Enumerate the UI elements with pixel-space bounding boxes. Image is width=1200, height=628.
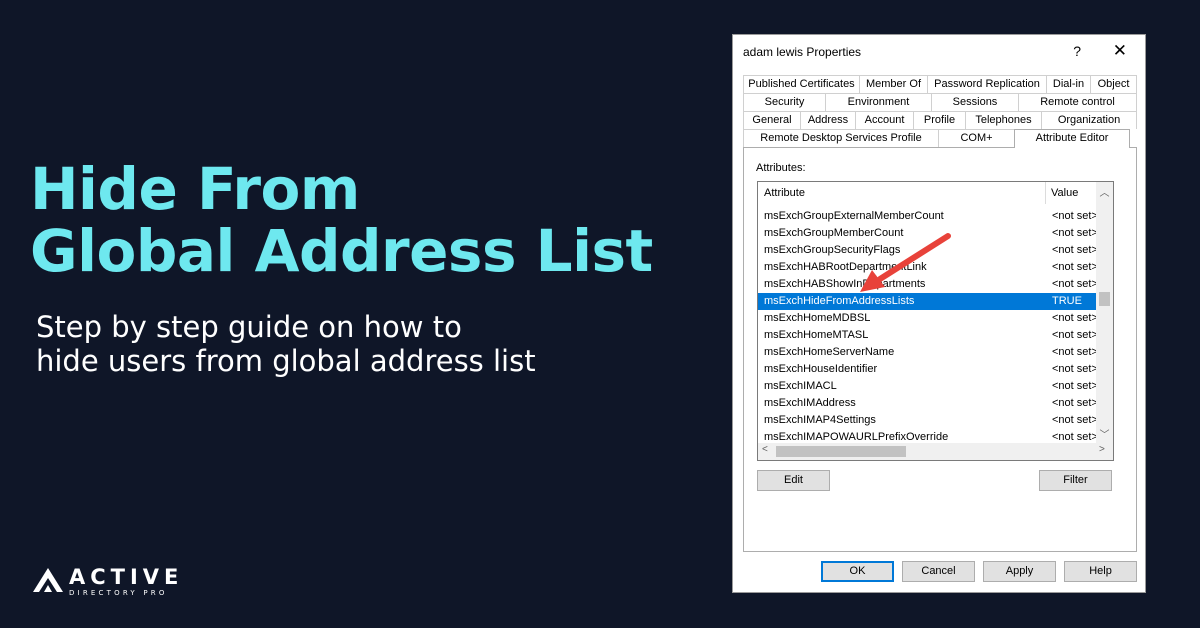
ok-button[interactable]: OK bbox=[821, 561, 894, 582]
table-row[interactable]: msExchHouseIdentifier <not set> bbox=[758, 361, 1096, 378]
tab-profile[interactable]: Profile bbox=[913, 111, 966, 129]
attribute-value-cell: <not set> bbox=[1052, 397, 1096, 409]
tab-com-plus[interactable]: COM+ bbox=[938, 129, 1015, 147]
attribute-name-cell: msExchHomeMDBSL bbox=[764, 312, 871, 324]
attribute-value-cell: <not set> bbox=[1052, 210, 1096, 222]
scroll-down-icon[interactable]: ﹀ bbox=[1096, 426, 1113, 441]
attribute-value-cell: <not set> bbox=[1052, 227, 1096, 239]
tab-attribute-editor[interactable]: Attribute Editor bbox=[1014, 129, 1130, 148]
help-button[interactable]: Help bbox=[1064, 561, 1137, 582]
attribute-name-cell: msExchHABShowInDepartments bbox=[764, 278, 926, 290]
tab-security[interactable]: Security bbox=[743, 93, 826, 111]
tab-organization[interactable]: Organization bbox=[1041, 111, 1137, 129]
tab-address[interactable]: Address bbox=[800, 111, 856, 129]
tab-telephones[interactable]: Telephones bbox=[965, 111, 1042, 129]
attribute-name-cell: msExchGroupExternalMemberCount bbox=[764, 210, 944, 222]
tab-remote-control[interactable]: Remote control bbox=[1018, 93, 1137, 111]
attribute-value-cell: <not set> bbox=[1052, 329, 1096, 341]
tab-strip: Published Certificates Member Of Passwor… bbox=[743, 75, 1137, 148]
logo-icon bbox=[33, 568, 63, 592]
attribute-name-cell: msExchIMAP4Settings bbox=[764, 414, 876, 426]
table-row[interactable]: msExchHABShowInDepartments <not set> bbox=[758, 276, 1096, 293]
tab-account[interactable]: Account bbox=[855, 111, 914, 129]
tab-dial-in[interactable]: Dial-in bbox=[1046, 75, 1091, 93]
scroll-thumb[interactable] bbox=[1099, 292, 1110, 306]
attribute-value-cell: <not set> bbox=[1052, 312, 1096, 324]
table-row[interactable]: msExchGroupSecurityFlags <not set> bbox=[758, 242, 1096, 259]
tab-row-4: Remote Desktop Services Profile COM+ Att… bbox=[743, 129, 1137, 148]
table-row[interactable]: msExchGroupMemberCount <not set> bbox=[758, 225, 1096, 242]
table-row[interactable]: msExchHomeServerName <not set> bbox=[758, 344, 1096, 361]
logo-subtitle: DIRECTORY PRO bbox=[69, 589, 168, 597]
attribute-name-cell: msExchHABRootDepartmentLink bbox=[764, 261, 927, 273]
close-icon[interactable]: ✕ bbox=[1113, 41, 1127, 61]
attribute-value-cell: <not set> bbox=[1052, 244, 1096, 256]
attribute-value-cell: <not set> bbox=[1052, 380, 1096, 392]
dialog-title: adam lewis Properties bbox=[743, 45, 862, 59]
attributes-list[interactable]: Attribute Value msExchGroupExternalMembe… bbox=[757, 181, 1114, 461]
attribute-name-cell: msExchHouseIdentifier bbox=[764, 363, 878, 375]
help-icon[interactable]: ? bbox=[1073, 43, 1081, 59]
tab-row-2: Security Environment Sessions Remote con… bbox=[743, 93, 1137, 111]
attribute-name-cell: msExchHomeMTASL bbox=[764, 329, 869, 341]
properties-dialog: adam lewis Properties ? ✕ Published Cert… bbox=[732, 34, 1146, 593]
table-row[interactable]: msExchGroupExternalMemberCount <not set> bbox=[758, 208, 1096, 225]
logo-word: ACTIVE bbox=[69, 565, 184, 589]
subheading-line-1: Step by step guide on how to bbox=[36, 310, 462, 344]
filter-button[interactable]: Filter bbox=[1039, 470, 1112, 491]
table-row[interactable]: msExchHideFromAddressLists TRUE bbox=[758, 293, 1096, 310]
horizontal-scrollbar[interactable]: < > bbox=[758, 443, 1113, 460]
scroll-left-icon[interactable]: < bbox=[762, 444, 768, 455]
attribute-value-cell: <not set> bbox=[1052, 261, 1096, 273]
scroll-right-icon[interactable]: > bbox=[1099, 444, 1105, 455]
headline-line-2: Global Address List bbox=[30, 217, 653, 285]
tab-member-of[interactable]: Member Of bbox=[859, 75, 928, 93]
brand-logo: ACTIVE DIRECTORY PRO bbox=[33, 566, 183, 597]
table-row[interactable]: msExchIMAP4Settings <not set> bbox=[758, 412, 1096, 429]
apply-button[interactable]: Apply bbox=[983, 561, 1056, 582]
tab-published-certificates[interactable]: Published Certificates bbox=[743, 75, 860, 93]
column-header-attribute[interactable]: Attribute bbox=[758, 182, 1046, 204]
edit-button[interactable]: Edit bbox=[757, 470, 830, 491]
headline: Hide From Global Address List bbox=[30, 158, 653, 282]
table-row[interactable]: msExchHABRootDepartmentLink <not set> bbox=[758, 259, 1096, 276]
subheading: Step by step guide on how to hide users … bbox=[36, 310, 536, 378]
attribute-name-cell: msExchHideFromAddressLists bbox=[764, 295, 915, 307]
attribute-editor-panel: Attributes: Attribute Value msExchGroupE… bbox=[743, 147, 1137, 552]
tab-remote-desktop-services-profile[interactable]: Remote Desktop Services Profile bbox=[743, 129, 939, 147]
attribute-name-cell: msExchIMACL bbox=[764, 380, 837, 392]
attribute-name-cell: msExchIMAddress bbox=[764, 397, 856, 409]
headline-line-1: Hide From bbox=[30, 155, 360, 223]
attribute-name-cell: msExchGroupSecurityFlags bbox=[764, 244, 901, 256]
subheading-line-2: hide users from global address list bbox=[36, 344, 536, 378]
attribute-value-cell: <not set> bbox=[1052, 346, 1096, 358]
list-rows: msExchGroupExternalMemberCount <not set> m… bbox=[758, 208, 1096, 446]
attribute-value-cell: <not set> bbox=[1052, 363, 1096, 375]
attribute-value-cell: <not set> bbox=[1052, 414, 1096, 426]
list-header: Attribute Value bbox=[758, 182, 1096, 204]
horizontal-scroll-thumb[interactable] bbox=[776, 446, 906, 457]
attribute-name-cell: msExchHomeServerName bbox=[764, 346, 895, 358]
tab-sessions[interactable]: Sessions bbox=[931, 93, 1019, 111]
tab-general[interactable]: General bbox=[743, 111, 801, 129]
vertical-scrollbar[interactable]: ︿ ﹀ bbox=[1096, 182, 1113, 444]
scroll-up-icon[interactable]: ︿ bbox=[1096, 184, 1113, 199]
column-header-value[interactable]: Value bbox=[1046, 182, 1096, 204]
tab-object[interactable]: Object bbox=[1090, 75, 1137, 93]
cancel-button[interactable]: Cancel bbox=[902, 561, 975, 582]
table-row[interactable]: msExchHomeMTASL <not set> bbox=[758, 327, 1096, 344]
dialog-titlebar: adam lewis Properties ? ✕ bbox=[733, 35, 1145, 69]
attribute-value-cell: <not set> bbox=[1052, 278, 1096, 290]
tab-password-replication[interactable]: Password Replication bbox=[927, 75, 1047, 93]
table-row[interactable]: msExchHomeMDBSL <not set> bbox=[758, 310, 1096, 327]
tab-row-3: General Address Account Profile Telephon… bbox=[743, 111, 1137, 129]
tab-row-1: Published Certificates Member Of Passwor… bbox=[743, 75, 1137, 93]
attribute-name-cell: msExchGroupMemberCount bbox=[764, 227, 904, 239]
tab-environment[interactable]: Environment bbox=[825, 93, 932, 111]
table-row[interactable]: msExchIMAddress <not set> bbox=[758, 395, 1096, 412]
attributes-label: Attributes: bbox=[756, 162, 806, 174]
attribute-value-cell: TRUE bbox=[1052, 295, 1082, 307]
table-row[interactable]: msExchIMACL <not set> bbox=[758, 378, 1096, 395]
